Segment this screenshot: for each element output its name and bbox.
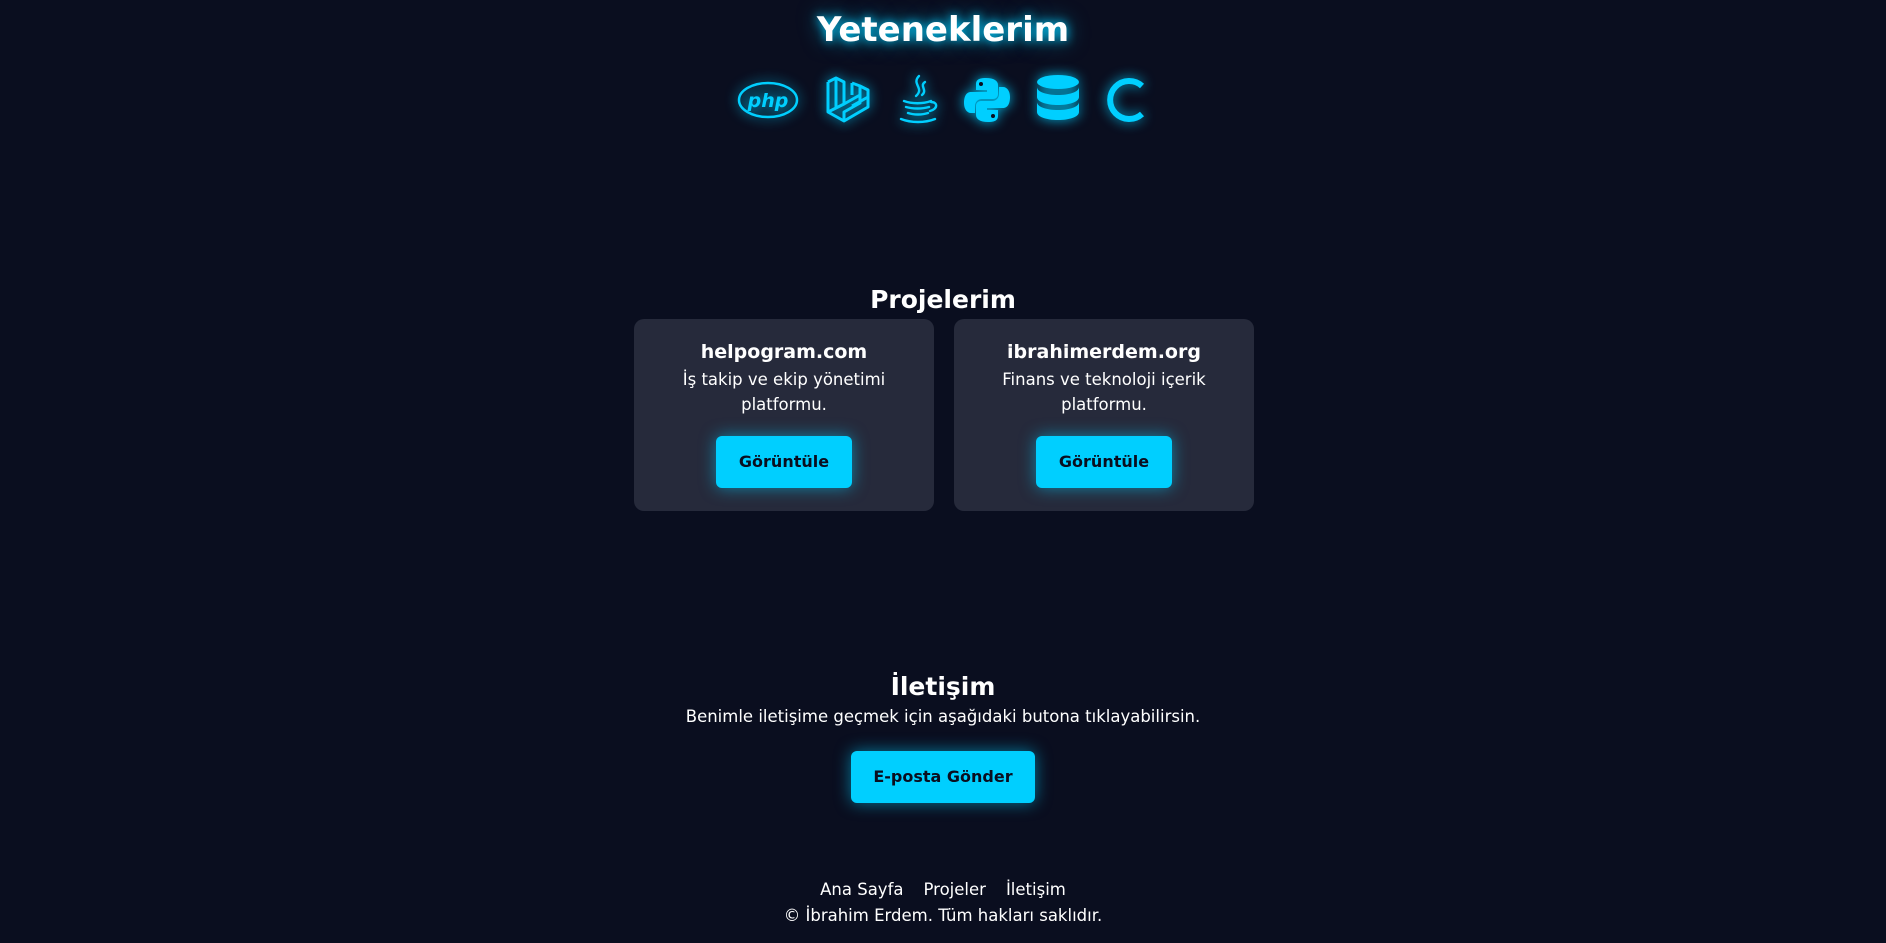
contact-text: Benimle iletişime geçmek için aşağıdaki … bbox=[685, 707, 1201, 726]
copyright-text: © İbrahim Erdem. Tüm hakları saklıdır. bbox=[783, 906, 1103, 925]
project-description: Finans ve teknoloji içerik platformu. bbox=[1002, 370, 1206, 414]
footer-link-projects[interactable]: Projeler bbox=[924, 880, 986, 899]
footer-nav: Ana Sayfa Projeler İletişim bbox=[0, 880, 1886, 899]
skills-icons: php bbox=[0, 72, 1886, 128]
projects-title: Projelerim bbox=[870, 285, 1016, 314]
svg-text:php: php bbox=[747, 90, 789, 112]
project-card-ibrahimerdem: ibrahimerdem.org Finans ve teknoloji içe… bbox=[954, 319, 1254, 511]
project-card-helpogram: helpogram.com İş takip ve ekip yönetimi … bbox=[634, 319, 934, 511]
project-description: İş takip ve ekip yönetimi platformu. bbox=[682, 370, 886, 414]
project-name: ibrahimerdem.org bbox=[1007, 341, 1201, 363]
skills-title: Yeteneklerim bbox=[816, 10, 1070, 50]
php-icon: php bbox=[737, 72, 799, 128]
view-project-button[interactable]: Görüntüle bbox=[1036, 436, 1172, 488]
footer-link-contact[interactable]: İletişim bbox=[1006, 880, 1066, 899]
python-icon bbox=[963, 72, 1011, 128]
laravel-icon bbox=[823, 72, 873, 128]
contact-title: İletişim bbox=[890, 672, 996, 701]
view-project-button[interactable]: Görüntüle bbox=[716, 436, 852, 488]
project-name: helpogram.com bbox=[700, 341, 868, 363]
database-icon bbox=[1035, 72, 1081, 128]
java-icon bbox=[897, 72, 939, 128]
footer-link-home[interactable]: Ana Sayfa bbox=[820, 880, 903, 899]
send-email-button[interactable]: E-posta Gönder bbox=[851, 751, 1035, 803]
c-language-icon bbox=[1105, 72, 1149, 128]
projects-list: helpogram.com İş takip ve ekip yönetimi … bbox=[634, 319, 1254, 511]
